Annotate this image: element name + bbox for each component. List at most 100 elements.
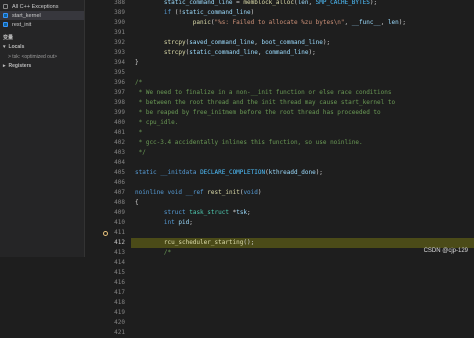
line-number[interactable]: 404 <box>114 158 125 168</box>
line-number[interactable]: 409 <box>114 208 125 218</box>
code-text: int pid; <box>163 219 193 226</box>
code-text: rcu_scheduler_starting(); <box>163 239 255 246</box>
code-line[interactable]: panic("%s: Failed to allocate %zu bytes\… <box>131 18 474 28</box>
breakpoint-item-start-kernel[interactable]: start_kernel <box>0 11 84 20</box>
code-text: /* <box>135 79 143 86</box>
code-line[interactable]: * gcc-3.4 accidentally inlines this func… <box>131 138 474 148</box>
variables-title: 变量 <box>3 34 14 41</box>
code-line[interactable]: * be reaped by free_initmem before the r… <box>131 108 474 118</box>
line-number[interactable]: 410 <box>114 218 125 228</box>
line-number[interactable]: 418 <box>114 298 125 308</box>
line-number[interactable]: 391 <box>114 28 125 38</box>
line-number[interactable]: 421 <box>114 328 125 338</box>
breakpoint-circle-icon[interactable] <box>103 230 108 236</box>
variables-section-header[interactable]: 变量 <box>0 32 84 42</box>
code-line[interactable]: } <box>131 58 474 68</box>
line-number[interactable]: 396 <box>114 78 125 88</box>
code-line[interactable]: static __initdata DECLARE_COMPLETION(kth… <box>131 168 474 178</box>
line-number[interactable]: 399 <box>114 108 125 118</box>
code-text: * be reaped by free_initmem before the r… <box>135 109 381 116</box>
code-text: { <box>135 199 139 206</box>
line-number[interactable]: 411 <box>114 228 125 238</box>
code-text: /* <box>135 249 172 256</box>
code-line[interactable]: * <box>131 128 474 138</box>
code-line[interactable]: { <box>131 198 474 208</box>
line-number[interactable]: 417 <box>114 288 125 298</box>
code-line[interactable]: struct task_struct *tsk; <box>131 208 474 218</box>
code-line[interactable]: * cpu_idle. <box>131 118 474 128</box>
code-line[interactable]: noinline void __ref rest_init(void) <box>131 188 474 198</box>
breakpoint-label: start_kernel <box>12 12 41 19</box>
registers-title: Registers <box>8 63 32 69</box>
code-text: * between the root thread and the init t… <box>135 99 396 106</box>
line-number[interactable]: 392 <box>114 38 125 48</box>
code-text: * We need to finalize in a non-__init fu… <box>135 89 392 96</box>
locals-title: Locals <box>8 44 25 50</box>
code-line[interactable]: static_command_line = memblock_alloc(len… <box>131 0 474 8</box>
breakpoint-checkbox[interactable] <box>3 13 8 18</box>
code-text: panic("%s: Failed to allocate %zu bytes\… <box>192 19 406 26</box>
chevron-down-icon: ▾ <box>3 44 6 50</box>
line-number[interactable]: 397 <box>114 88 125 98</box>
code-line[interactable] <box>131 28 474 38</box>
code-editor[interactable]: static_command_line = memblock_alloc(len… <box>131 0 474 257</box>
code-line[interactable]: int pid; <box>131 218 474 228</box>
watermark: CSDN @cjp-129 <box>423 248 468 254</box>
code-line[interactable]: /* <box>131 248 474 257</box>
line-number[interactable]: 400 <box>114 118 125 128</box>
code-line[interactable] <box>131 158 474 168</box>
breakpoint-item-all-cpp-exceptions[interactable]: All C++ Exceptions <box>0 2 84 11</box>
code-text: * cpu_idle. <box>135 119 179 126</box>
code-text: noinline void __ref rest_init(void) <box>135 189 262 196</box>
line-number[interactable]: 419 <box>114 308 125 318</box>
line-number[interactable]: 388 <box>114 0 125 8</box>
code-line[interactable]: */ <box>131 148 474 158</box>
current-execution-line[interactable]: rcu_scheduler_starting(); <box>131 238 474 248</box>
code-text: if (!static_command_line) <box>163 9 255 16</box>
locals-section-header[interactable]: ▾ Locals <box>0 42 84 52</box>
line-number[interactable]: 405 <box>114 168 125 178</box>
line-number[interactable]: 416 <box>114 278 125 288</box>
code-line[interactable]: strcpy(static_command_line, command_line… <box>131 48 474 58</box>
line-number[interactable]: 415 <box>114 268 125 278</box>
variable-item-tsk[interactable]: > tsk: <optimized out> <box>0 52 84 61</box>
code-line[interactable] <box>131 228 474 238</box>
line-number[interactable]: 407 <box>114 188 125 198</box>
code-text: * gcc-3.4 accidentally inlines this func… <box>135 139 363 146</box>
code-line[interactable] <box>131 68 474 78</box>
line-number[interactable]: 390 <box>114 18 125 28</box>
registers-section-header[interactable]: ▸ Registers <box>0 61 84 71</box>
breakpoint-label: All C++ Exceptions <box>12 3 59 10</box>
breakpoint-checkbox[interactable] <box>3 22 8 27</box>
line-number-gutter[interactable]: 388 389 390 391 392 393 394 395 396 397 398 399 400 4… <box>85 0 131 336</box>
chevron-right-icon: ▸ <box>3 63 6 69</box>
line-number[interactable]: 412 <box>114 238 125 248</box>
code-line[interactable]: strcpy(saved_command_line, boot_command_… <box>131 38 474 48</box>
code-line[interactable]: /* <box>131 78 474 88</box>
code-text: static_command_line = memblock_alloc(len… <box>163 0 378 6</box>
line-number[interactable]: 389 <box>114 8 125 18</box>
line-number[interactable]: 406 <box>114 178 125 188</box>
breakpoint-checkbox[interactable] <box>3 4 8 9</box>
line-number[interactable]: 395 <box>114 68 125 78</box>
code-text: } <box>135 59 139 66</box>
line-number[interactable]: 403 <box>114 148 125 158</box>
code-line[interactable] <box>131 178 474 188</box>
line-number[interactable]: 401 <box>114 128 125 138</box>
code-line[interactable]: * We need to finalize in a non-__init fu… <box>131 88 474 98</box>
line-number[interactable]: 402 <box>114 138 125 148</box>
code-line[interactable]: if (!static_command_line) <box>131 8 474 18</box>
line-number[interactable]: 420 <box>114 318 125 328</box>
line-number[interactable]: 394 <box>114 58 125 68</box>
code-text: */ <box>135 149 146 156</box>
breakpoint-item-rest-init[interactable]: rest_init <box>0 20 84 29</box>
line-number[interactable]: 398 <box>114 98 125 108</box>
line-number[interactable]: 408 <box>114 198 125 208</box>
line-number[interactable]: 393 <box>114 48 125 58</box>
code-line[interactable]: * between the root thread and the init t… <box>131 98 474 108</box>
code-text: struct task_struct *tsk; <box>163 209 251 216</box>
line-number[interactable]: 414 <box>114 258 125 268</box>
